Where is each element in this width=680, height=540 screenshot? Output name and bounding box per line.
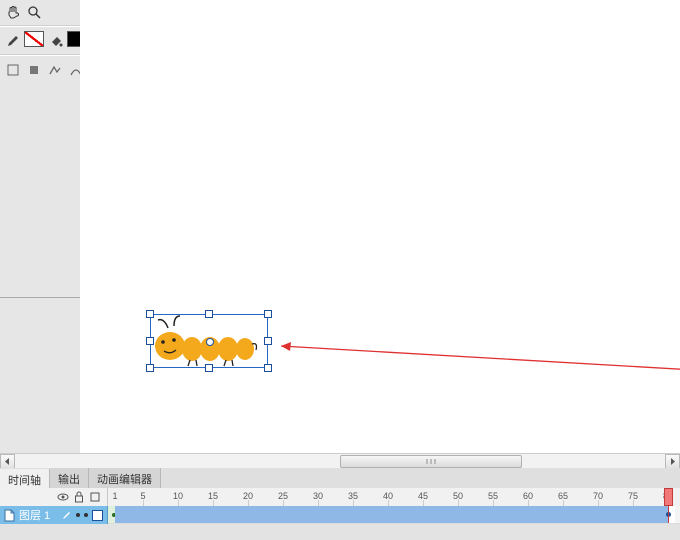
resize-handle-nw[interactable] (146, 310, 154, 318)
resize-handle-n[interactable] (205, 310, 213, 318)
option-button-1[interactable] (3, 60, 22, 79)
zoom-tool-button[interactable] (24, 2, 43, 21)
triangle-left-icon (4, 458, 11, 465)
stage-pasteboard (0, 298, 81, 453)
hand-tool-button[interactable] (3, 2, 22, 21)
annotation-arrow (275, 338, 680, 378)
pencil-icon (62, 510, 72, 520)
layer-header-controls (0, 488, 108, 506)
option-icon (48, 63, 62, 77)
timeline-header: 151015202530354045505560657075808590 (0, 488, 680, 507)
layer-name-label: 图层 1 (19, 507, 50, 523)
lock-dot[interactable] (84, 513, 88, 517)
lock-icon (74, 491, 84, 503)
option-button-3[interactable] (45, 60, 64, 79)
option-icon (6, 63, 20, 77)
transform-pivot[interactable] (206, 338, 214, 346)
tab-motion-editor[interactable]: 动画编辑器 (89, 468, 161, 488)
option-icon (27, 63, 41, 77)
resize-handle-s[interactable] (205, 364, 213, 372)
resize-handle-se[interactable] (264, 364, 272, 372)
lock-column-icon[interactable] (73, 491, 85, 503)
bucket-icon (49, 34, 63, 48)
resize-handle-sw[interactable] (146, 364, 154, 372)
option-button-2[interactable] (24, 60, 43, 79)
eye-icon (57, 491, 69, 503)
stroke-swatch[interactable] (24, 31, 44, 47)
scroll-left-button[interactable] (0, 454, 15, 469)
panel-tab-strip: 时间轴 输出 动画编辑器 (0, 468, 680, 489)
motion-tween-span[interactable] (115, 506, 668, 523)
timeline-layer-row: 图层 1 (0, 506, 680, 524)
ruler-tick: 1 (112, 491, 117, 501)
stage-canvas[interactable] (80, 0, 680, 453)
resize-handle-w[interactable] (146, 337, 154, 345)
zoom-icon (27, 5, 41, 19)
tab-output[interactable]: 输出 (50, 468, 89, 488)
outline-color-swatch[interactable] (92, 510, 103, 521)
frame-ruler[interactable]: 151015202530354045505560657075808590 (108, 488, 680, 506)
tab-timeline[interactable]: 时间轴 (0, 469, 50, 489)
scrollbar-thumb[interactable] (340, 455, 522, 468)
hand-icon (6, 5, 20, 19)
visibility-column-icon[interactable] (57, 491, 69, 503)
scroll-right-button[interactable] (665, 454, 680, 469)
pencil-icon (6, 34, 20, 48)
playhead-line (668, 506, 669, 523)
outline-column-icon[interactable] (89, 491, 101, 503)
layer-item[interactable]: 图层 1 (0, 506, 108, 524)
frame-track[interactable] (108, 506, 680, 524)
timeline-empty-area (0, 524, 680, 540)
square-icon (90, 492, 100, 502)
triangle-right-icon (669, 458, 676, 465)
resize-handle-e[interactable] (264, 337, 272, 345)
visibility-dot[interactable] (76, 513, 80, 517)
selected-symbol[interactable] (150, 314, 268, 368)
layer-page-icon (4, 509, 15, 522)
playhead[interactable] (664, 488, 673, 506)
stroke-color-button[interactable] (3, 31, 22, 50)
fill-color-button[interactable] (46, 31, 65, 50)
empty-frames-area (675, 506, 680, 523)
resize-handle-ne[interactable] (264, 310, 272, 318)
